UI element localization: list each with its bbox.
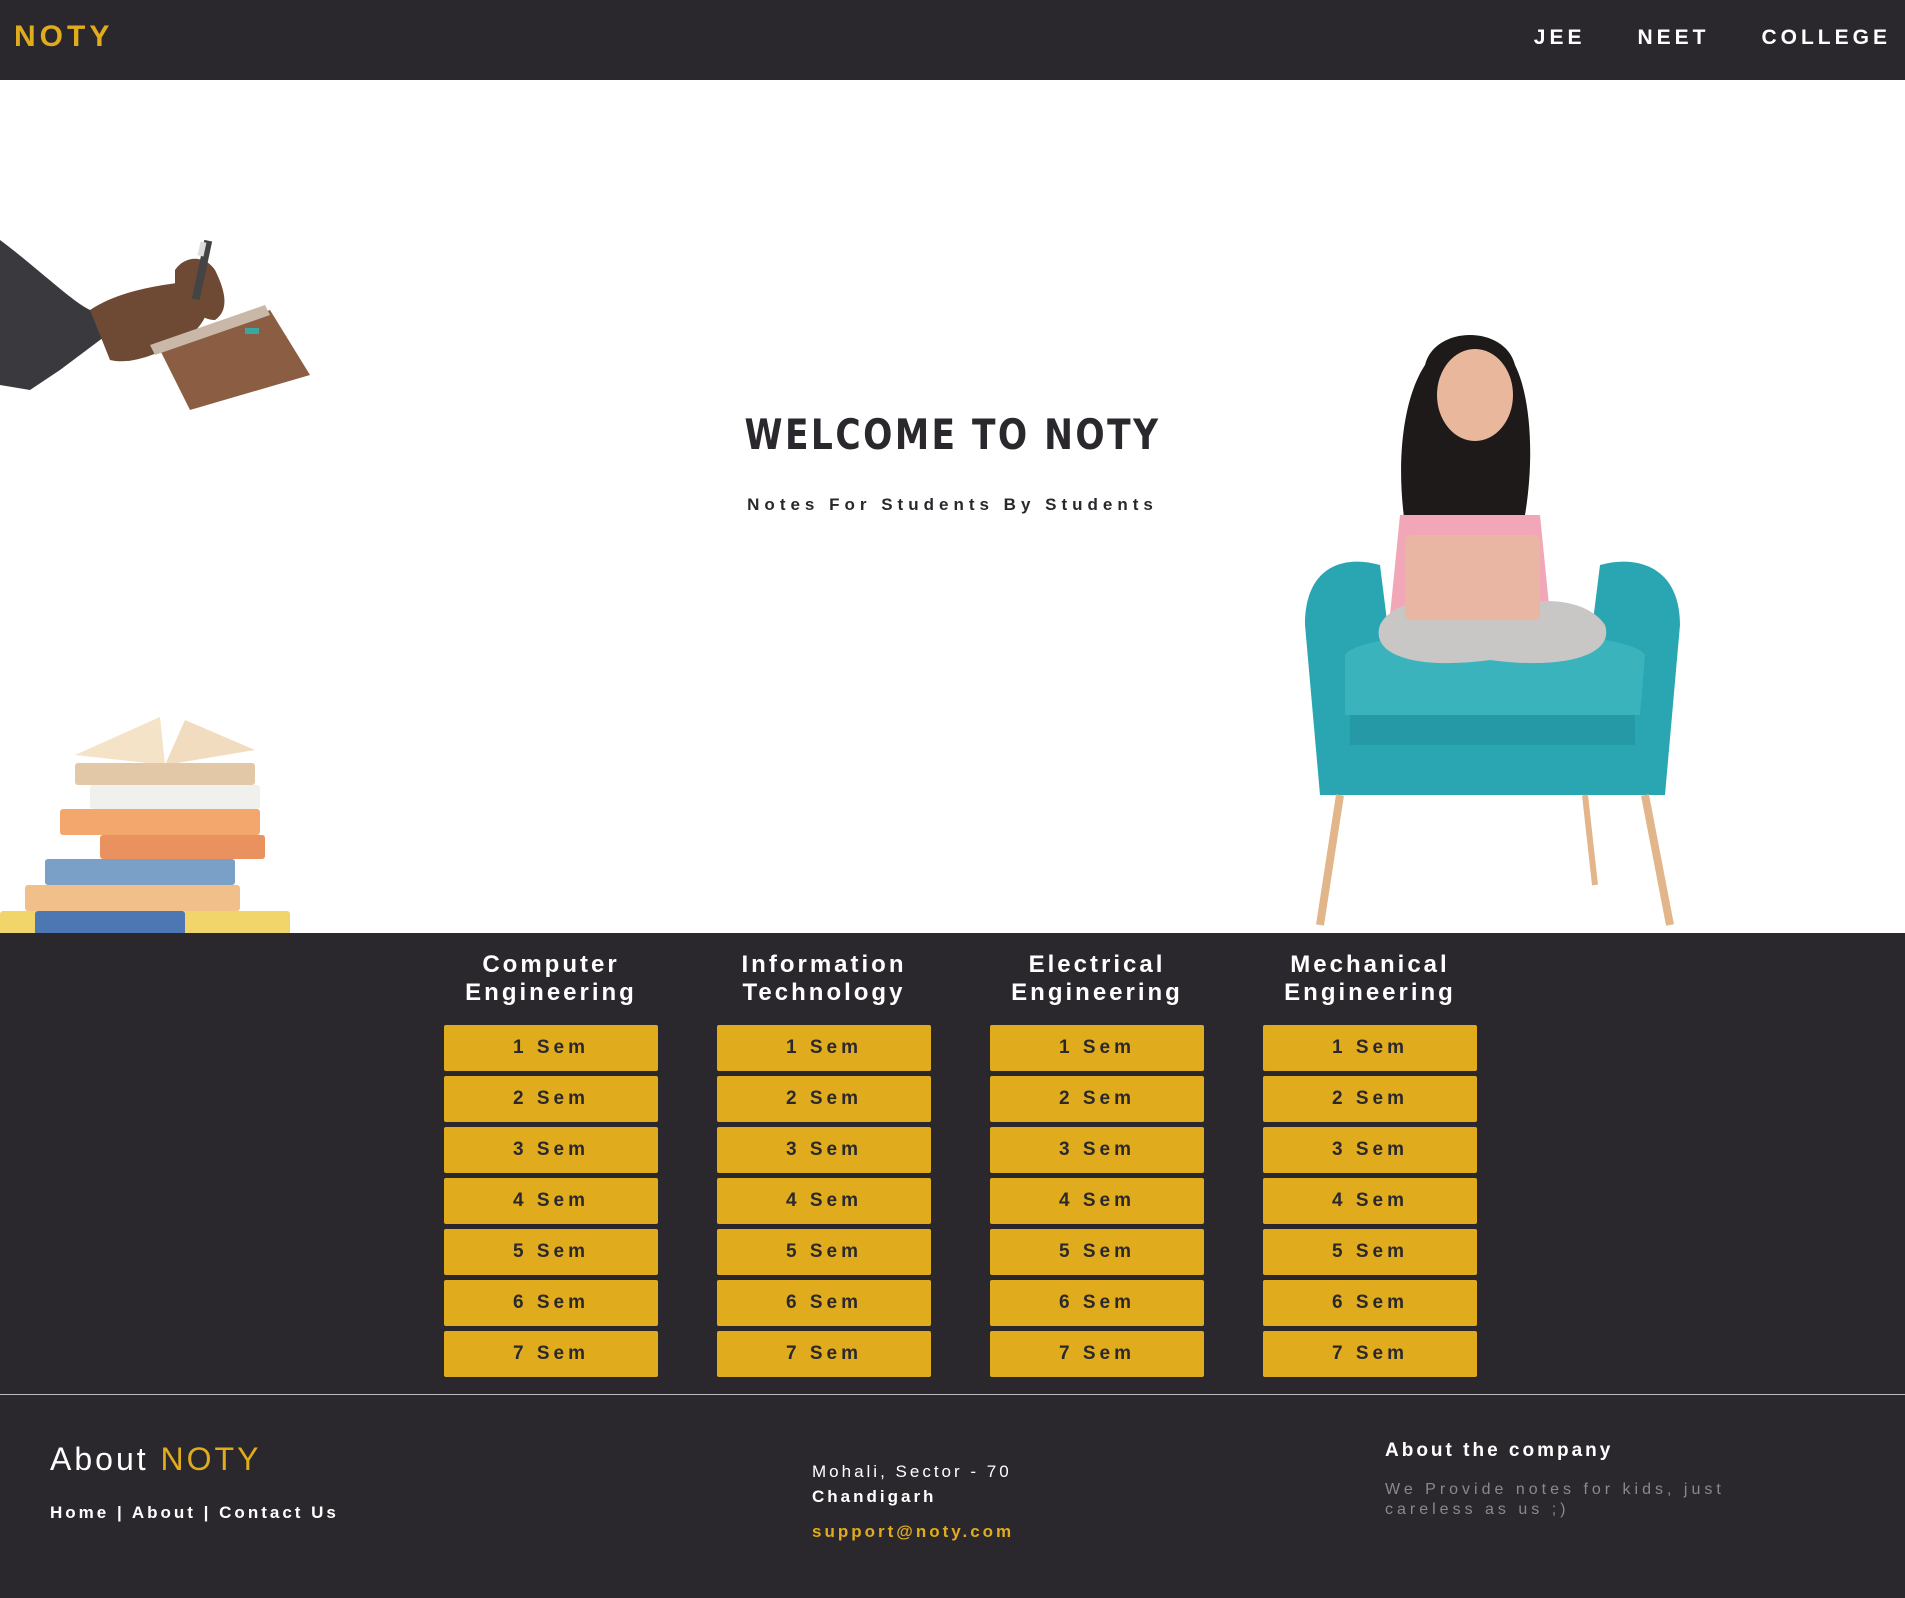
sem-button[interactable]: 3 Sem: [444, 1127, 658, 1173]
footer-link-contact[interactable]: Contact Us: [219, 1503, 339, 1522]
sem-button[interactable]: 2 Sem: [990, 1076, 1204, 1122]
nav-links: JEE NEET COLLEGE: [1534, 26, 1891, 50]
brand-logo[interactable]: NOTY: [14, 20, 113, 54]
sem-button[interactable]: 6 Sem: [717, 1280, 931, 1326]
branch-column-computer: Computer Engineering 1 Sem 2 Sem 3 Sem 4…: [444, 951, 658, 1382]
sem-button[interactable]: 3 Sem: [1263, 1127, 1477, 1173]
branch-title: Computer Engineering: [465, 951, 637, 1006]
nav-link-college[interactable]: COLLEGE: [1761, 26, 1891, 50]
support-email-link[interactable]: support@noty.com: [812, 1519, 1014, 1544]
about-brand: NOTY: [160, 1441, 262, 1477]
semester-section: Computer Engineering 1 Sem 2 Sem 3 Sem 4…: [0, 933, 1905, 1394]
navbar: NOTY JEE NEET COLLEGE: [0, 0, 1905, 80]
branch-column-it: Information Technology 1 Sem 2 Sem 3 Sem…: [717, 951, 931, 1382]
footer-link-about[interactable]: About: [132, 1503, 196, 1522]
sem-button[interactable]: 2 Sem: [717, 1076, 931, 1122]
books-stack-illustration: [0, 717, 290, 933]
hero-subtitle: Notes For Students By Students: [747, 495, 1158, 514]
sem-button[interactable]: 7 Sem: [717, 1331, 931, 1377]
branch-column-mechanical: Mechanical Engineering 1 Sem 2 Sem 3 Sem…: [1263, 951, 1477, 1382]
sem-button[interactable]: 1 Sem: [717, 1025, 931, 1071]
footer-link-separator: |: [116, 1503, 125, 1522]
sem-button[interactable]: 4 Sem: [717, 1178, 931, 1224]
about-prefix: About: [50, 1441, 149, 1477]
nav-link-jee[interactable]: JEE: [1534, 26, 1586, 50]
sem-button[interactable]: 5 Sem: [990, 1229, 1204, 1275]
sem-button[interactable]: 5 Sem: [444, 1229, 658, 1275]
sem-button[interactable]: 2 Sem: [444, 1076, 658, 1122]
sem-button[interactable]: 1 Sem: [1263, 1025, 1477, 1071]
sem-button[interactable]: 2 Sem: [1263, 1076, 1477, 1122]
footer-link-separator: |: [203, 1503, 212, 1522]
nav-link-neet[interactable]: NEET: [1637, 26, 1709, 50]
footer: About NOTY Home | About | Contact Us Moh…: [0, 1395, 1905, 1598]
address-line2: Chandigarh: [812, 1487, 937, 1506]
footer-links: Home | About | Contact Us: [50, 1503, 339, 1523]
hero-section: WELCOME TO NOTY Notes For Students By St…: [0, 80, 1905, 933]
branch-title: Mechanical Engineering: [1284, 951, 1456, 1006]
sem-button[interactable]: 1 Sem: [444, 1025, 658, 1071]
branch-title: Electrical Engineering: [1011, 951, 1183, 1006]
sem-button[interactable]: 7 Sem: [1263, 1331, 1477, 1377]
sem-button[interactable]: 6 Sem: [444, 1280, 658, 1326]
sem-button[interactable]: 5 Sem: [717, 1229, 931, 1275]
sem-button[interactable]: 7 Sem: [990, 1331, 1204, 1377]
sem-button[interactable]: 3 Sem: [717, 1127, 931, 1173]
hero-title: WELCOME TO NOTY: [744, 410, 1161, 459]
sem-button[interactable]: 7 Sem: [444, 1331, 658, 1377]
sem-button[interactable]: 5 Sem: [1263, 1229, 1477, 1275]
company-text: We Provide notes for kids, just careless…: [1385, 1481, 1725, 1518]
sem-button[interactable]: 3 Sem: [990, 1127, 1204, 1173]
branch-column-electrical: Electrical Engineering 1 Sem 2 Sem 3 Sem…: [990, 951, 1204, 1382]
sem-button[interactable]: 4 Sem: [444, 1178, 658, 1224]
address-block: Mohali, Sector - 70 Chandigarh support@n…: [812, 1459, 1014, 1544]
company-title: About the company: [1385, 1440, 1614, 1461]
footer-link-home[interactable]: Home: [50, 1503, 109, 1522]
branch-title: Information Technology: [741, 951, 907, 1006]
company-block: About the company We Provide notes for k…: [1385, 1440, 1745, 1520]
sem-button[interactable]: 6 Sem: [990, 1280, 1204, 1326]
sem-button[interactable]: 4 Sem: [1263, 1178, 1477, 1224]
address-line1: Mohali, Sector - 70: [812, 1462, 1012, 1481]
sem-button[interactable]: 6 Sem: [1263, 1280, 1477, 1326]
sem-button[interactable]: 4 Sem: [990, 1178, 1204, 1224]
sem-button[interactable]: 1 Sem: [990, 1025, 1204, 1071]
about-heading: About NOTY: [50, 1441, 261, 1478]
